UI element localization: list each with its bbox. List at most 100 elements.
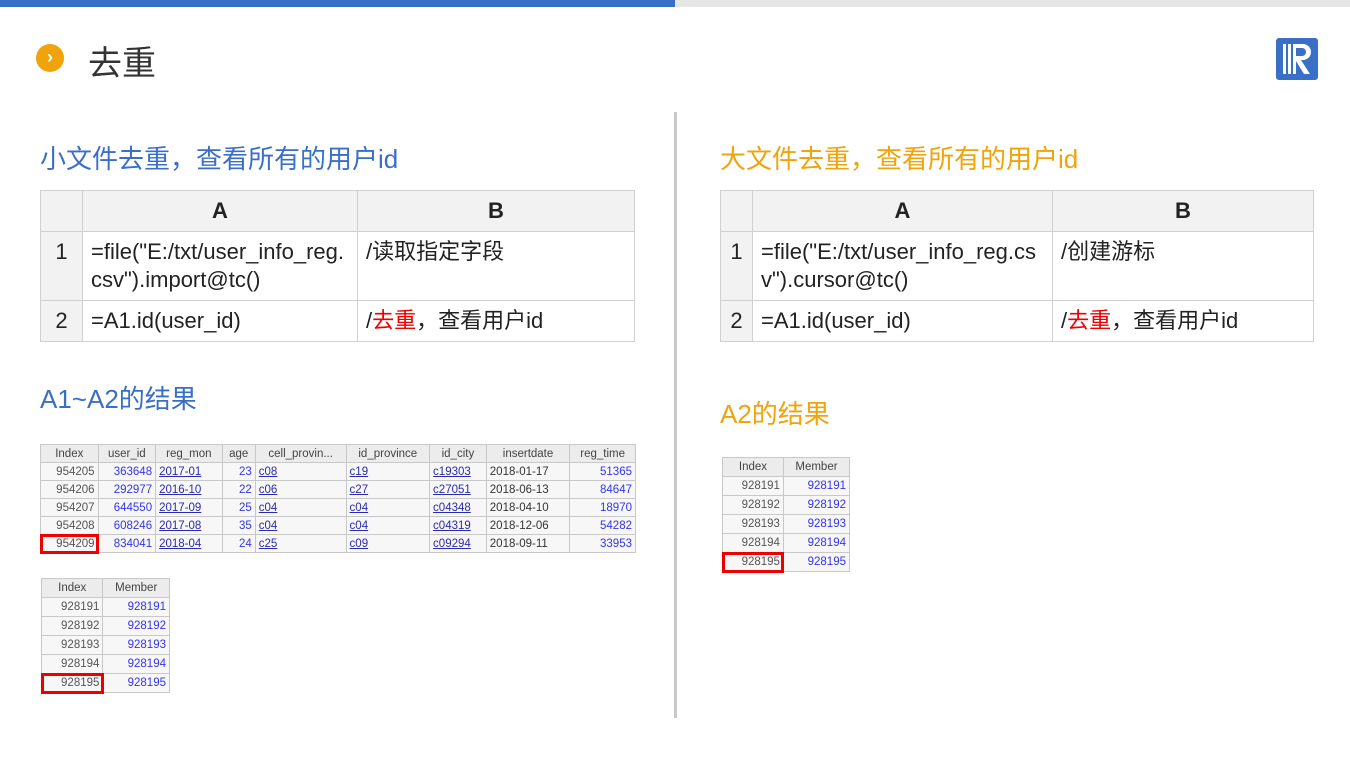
comment-text: ，查看用户id: [1111, 308, 1239, 333]
value-cell[interactable]: c25: [254, 534, 347, 553]
row-number: 1: [40, 231, 83, 301]
cell-b[interactable]: /去重，查看用户id: [1052, 300, 1314, 342]
value-cell[interactable]: 928193: [782, 514, 851, 534]
cell-a[interactable]: =file("E:/txt/user_info_reg.csv").cursor…: [752, 231, 1053, 301]
cell-b[interactable]: /创建游标: [1052, 231, 1314, 301]
value-cell[interactable]: 644550: [97, 498, 157, 517]
column-header: Index: [722, 457, 784, 477]
value-cell[interactable]: 928194: [782, 533, 851, 553]
value-cell[interactable]: 24: [221, 534, 256, 553]
value-cell[interactable]: 54282: [569, 516, 636, 535]
table-row[interactable]: 954206 292977 2016-10 22 c06 c27 c27051 2018-06…: [40, 480, 636, 499]
value-cell[interactable]: 292977: [97, 480, 157, 499]
cell-b[interactable]: /去重，查看用户id: [357, 300, 635, 342]
value-cell[interactable]: 2018-06-13: [485, 480, 571, 499]
value-cell[interactable]: 22: [221, 480, 256, 499]
value-cell[interactable]: 2018-04: [155, 534, 223, 553]
value-cell[interactable]: 608246: [97, 516, 157, 535]
value-cell[interactable]: c09: [345, 534, 431, 553]
column-header: A: [752, 190, 1053, 232]
cell-a[interactable]: =A1.id(user_id): [752, 300, 1053, 342]
left-code-grid: A B 1 =file("E:/txt/user_info_reg.csv").imp…: [40, 190, 635, 342]
table-row[interactable]: 954209 834041 2018-04 24 c25 c09 c09294 2018-09…: [39, 533, 636, 554]
value-cell[interactable]: 2018-04-10: [485, 498, 571, 517]
value-cell[interactable]: 84647: [569, 480, 636, 499]
value-cell[interactable]: c19: [345, 462, 431, 481]
table-row[interactable]: 928194 928194: [40, 654, 170, 674]
code-row: 2 =A1.id(user_id)/去重，查看用户id: [720, 300, 1314, 342]
index-cell: 928192: [722, 495, 784, 515]
comment-text: ，查看用户id: [416, 308, 544, 333]
table-row[interactable]: 928191 928191: [40, 597, 170, 617]
index-cell: 954207: [40, 498, 99, 517]
index-cell: 928194: [722, 533, 784, 553]
code-header-row: AB: [40, 190, 635, 232]
row-number: 2: [40, 300, 83, 342]
value-cell[interactable]: c09294: [429, 534, 487, 553]
value-cell[interactable]: c04: [345, 498, 431, 517]
value-cell[interactable]: 23: [221, 462, 256, 481]
column-header: A: [82, 190, 358, 232]
cell-a[interactable]: =A1.id(user_id): [82, 300, 358, 342]
value-cell[interactable]: 928192: [102, 616, 170, 636]
value-cell[interactable]: 928195: [782, 552, 851, 572]
value-cell[interactable]: c04319: [429, 516, 487, 535]
value-cell[interactable]: c08: [254, 462, 347, 481]
value-cell[interactable]: 2017-01: [155, 462, 223, 481]
top-bar-accent: [0, 0, 675, 7]
table-row[interactable]: 928195 928195: [721, 551, 851, 573]
value-cell[interactable]: 35: [221, 516, 256, 535]
value-cell[interactable]: 25: [221, 498, 256, 517]
value-cell[interactable]: 363648: [97, 462, 157, 481]
value-cell[interactable]: 928191: [102, 597, 170, 617]
value-cell[interactable]: c06: [254, 480, 347, 499]
header-row: Index Member: [722, 457, 851, 477]
value-cell[interactable]: 928195: [102, 673, 170, 693]
index-cell: 928193: [722, 514, 784, 534]
table-row[interactable]: 954207 644550 2017-09 25 c04 c04 c04348 2018-04…: [40, 498, 636, 517]
value-cell[interactable]: 2018-09-11: [485, 534, 571, 553]
table-row[interactable]: 928192 928192: [40, 616, 170, 636]
cell-b[interactable]: /读取指定字段: [357, 231, 635, 301]
table-row[interactable]: 928193 928193: [40, 635, 170, 655]
table-row[interactable]: 954205 363648 2017-01 23 c08 c19 c19303 2018-01…: [40, 462, 636, 481]
value-cell[interactable]: 2017-09: [155, 498, 223, 517]
table-row[interactable]: 928195 928195: [40, 672, 170, 694]
value-cell[interactable]: 18970: [569, 498, 636, 517]
value-cell[interactable]: 2018-12-06: [485, 516, 571, 535]
table-row[interactable]: 928192 928192: [722, 495, 851, 515]
value-cell[interactable]: 51365: [569, 462, 636, 481]
value-cell[interactable]: 2017-08: [155, 516, 223, 535]
column-header: reg_time: [569, 444, 636, 463]
value-cell[interactable]: c04: [254, 516, 347, 535]
column-header: cell_provin...: [254, 444, 347, 463]
value-cell[interactable]: c19303: [429, 462, 487, 481]
table-row[interactable]: 954208 608246 2017-08 35 c04 c04 c04319 2018-12…: [40, 516, 636, 535]
value-cell[interactable]: 928193: [102, 635, 170, 655]
table-row[interactable]: 928194 928194: [722, 533, 851, 553]
index-cell: 928192: [40, 616, 104, 636]
value-cell[interactable]: c04: [345, 516, 431, 535]
value-cell[interactable]: 928192: [782, 495, 851, 515]
column-header: user_id: [97, 444, 157, 463]
header-row: Index user_id reg_mon age cell_provin... id_p…: [40, 444, 636, 463]
index-cell: 928194: [40, 654, 104, 674]
value-cell[interactable]: c04348: [429, 498, 487, 517]
value-cell[interactable]: 33953: [569, 534, 636, 553]
index-cell: 928193: [40, 635, 104, 655]
index-cell: 954208: [40, 516, 99, 535]
table-row[interactable]: 928193 928193: [722, 514, 851, 534]
value-cell[interactable]: c27: [345, 480, 431, 499]
value-cell[interactable]: 2016-10: [155, 480, 223, 499]
column-header: id_city: [429, 444, 487, 463]
value-cell[interactable]: c27051: [429, 480, 487, 499]
value-cell[interactable]: c04: [254, 498, 347, 517]
column-header: B: [1052, 190, 1314, 232]
table-row[interactable]: 928191 928191: [722, 476, 851, 496]
value-cell[interactable]: 834041: [97, 534, 157, 553]
cell-a[interactable]: =file("E:/txt/user_info_reg.csv").import…: [82, 231, 358, 301]
value-cell[interactable]: 928194: [102, 654, 170, 674]
value-cell[interactable]: 2018-01-17: [485, 462, 571, 481]
value-cell[interactable]: 928191: [782, 476, 851, 496]
index-cell: 928195: [721, 551, 785, 573]
